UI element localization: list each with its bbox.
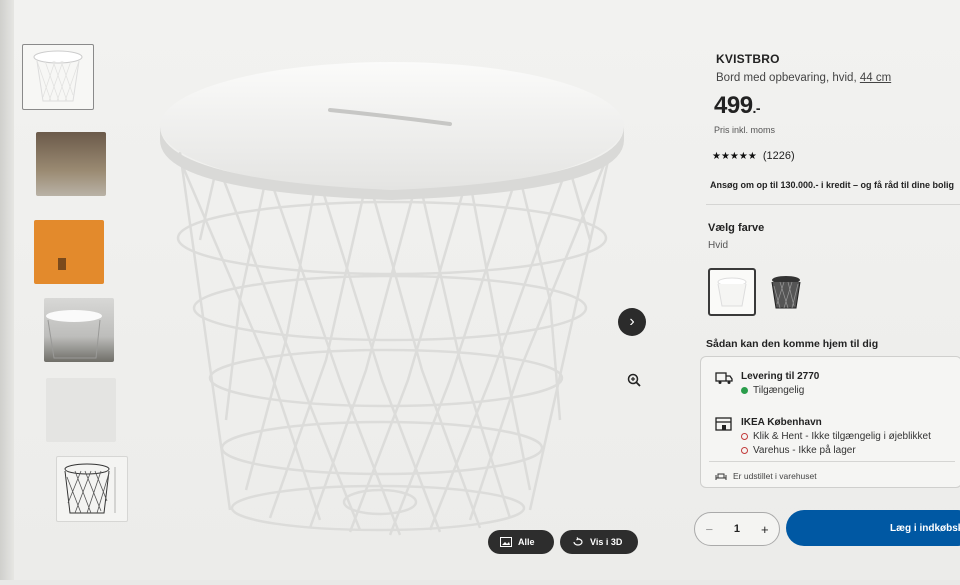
color-swatch-black[interactable] [762, 268, 810, 316]
review-count: (1226) [762, 150, 795, 162]
product-price: 499.- [714, 92, 761, 120]
thumbnail-room-scene[interactable] [36, 132, 106, 196]
color-section-title: Vælg farve [708, 222, 765, 234]
price-suffix: .- [752, 100, 761, 116]
browser-screen: › Alle Vis i 3D KVISTBRO Bord med opbeva… [0, 0, 960, 580]
view-3d-button[interactable]: Vis i 3D [560, 530, 638, 554]
card-divider [709, 461, 955, 462]
next-image-button[interactable]: › [618, 308, 646, 336]
delivery-options-card: Levering til 2770 Tilgængelig IKEA Køben… [700, 356, 960, 488]
sofa-icon [715, 473, 727, 480]
thumbnail-product-white[interactable] [22, 44, 94, 110]
truck-icon [715, 372, 733, 384]
black-table-swatch-icon [771, 276, 801, 309]
star-rating-icon: ★★★★★ [712, 150, 757, 162]
thumbnail-dimensions[interactable] [56, 456, 128, 522]
quantity-stepper[interactable]: − 1 + [694, 512, 780, 546]
store-label: IKEA København [741, 417, 822, 428]
product-brand: KVISTBRO [716, 52, 780, 66]
thumbnail-table-in-use[interactable] [44, 298, 114, 362]
thumbnail-close-up[interactable] [46, 378, 116, 442]
display-note[interactable]: Er udstillet i varehuset [715, 471, 817, 481]
description-text: Bord med opbevaring, hvid, [716, 72, 857, 84]
unavailable-dot-icon [741, 447, 748, 454]
table-in-use-icon [46, 310, 102, 359]
store-text: IKEA København Klik & Hent - Ikke tilgæn… [741, 417, 931, 456]
decrease-button[interactable]: − [705, 522, 713, 537]
product-info-panel: KVISTBRO Bord med opbevaring, hvid, 44 c… [700, 0, 960, 580]
color-swatch-white[interactable] [708, 268, 756, 316]
gallery-icon [500, 537, 512, 547]
table-thumbnail-icon [33, 50, 83, 102]
small-table-icon [58, 258, 66, 270]
home-delivery-text: Levering til 2770 Tilgængelig [741, 371, 819, 396]
zoom-icon [627, 373, 641, 387]
add-to-cart-label: Læg i indkøbskurv [890, 522, 960, 534]
product-description: Bord med opbevaring, hvid, 44 cm [716, 72, 891, 84]
view-3d-label: Vis i 3D [590, 537, 623, 547]
delivery-status-text: Tilgængelig [753, 385, 805, 396]
chevron-right-icon: › [629, 313, 635, 330]
kvistbro-table-illustration [160, 62, 624, 536]
click-collect-status: Klik & Hent - Ikke tilgængelig i øjeblik… [741, 431, 931, 442]
delivery-status: Tilgængelig [741, 385, 819, 396]
all-images-button[interactable]: Alle [488, 530, 554, 554]
warehouse-status: Varehus - Ikke på lager [741, 445, 931, 456]
available-dot-icon [741, 387, 748, 394]
price-value: 499 [714, 92, 753, 119]
dimensions-drawing-icon [64, 463, 116, 514]
increase-button[interactable]: + [761, 522, 769, 537]
click-collect-text: Klik & Hent - Ikke tilgængelig i øjeblik… [753, 431, 931, 442]
delivery-section-title: Sådan kan den komme hjem til dig [706, 338, 879, 350]
home-delivery-option[interactable]: Levering til 2770 Tilgængelig [715, 371, 819, 396]
store-option[interactable]: IKEA København Klik & Hent - Ikke tilgæn… [715, 417, 931, 456]
main-product-image[interactable] [150, 40, 650, 580]
warehouse-text: Varehus - Ikke på lager [753, 445, 856, 456]
thumbnail-orange-background[interactable] [34, 220, 104, 284]
quantity-value: 1 [733, 523, 741, 535]
product-rating[interactable]: ★★★★★ (1226) [712, 150, 795, 162]
credit-offer-link[interactable]: Ansøg om op til 130.000.- i kredit – og … [710, 180, 960, 190]
monitor-bezel [0, 0, 14, 580]
white-table-swatch-icon [717, 277, 747, 307]
display-note-text: Er udstillet i varehuset [733, 471, 817, 481]
all-images-label: Alle [518, 537, 535, 547]
vat-note: Pris inkl. moms [714, 125, 776, 135]
product-size-link[interactable]: 44 cm [860, 72, 891, 84]
selected-color: Hvid [708, 240, 729, 251]
divider [706, 204, 960, 205]
store-icon [715, 417, 732, 431]
rotate-3d-icon [573, 537, 583, 546]
add-to-cart-button[interactable]: Læg i indkøbskurv [786, 510, 960, 546]
unavailable-dot-icon [741, 433, 748, 440]
delivery-label: Levering til 2770 [741, 371, 820, 382]
zoom-button[interactable] [626, 372, 642, 388]
